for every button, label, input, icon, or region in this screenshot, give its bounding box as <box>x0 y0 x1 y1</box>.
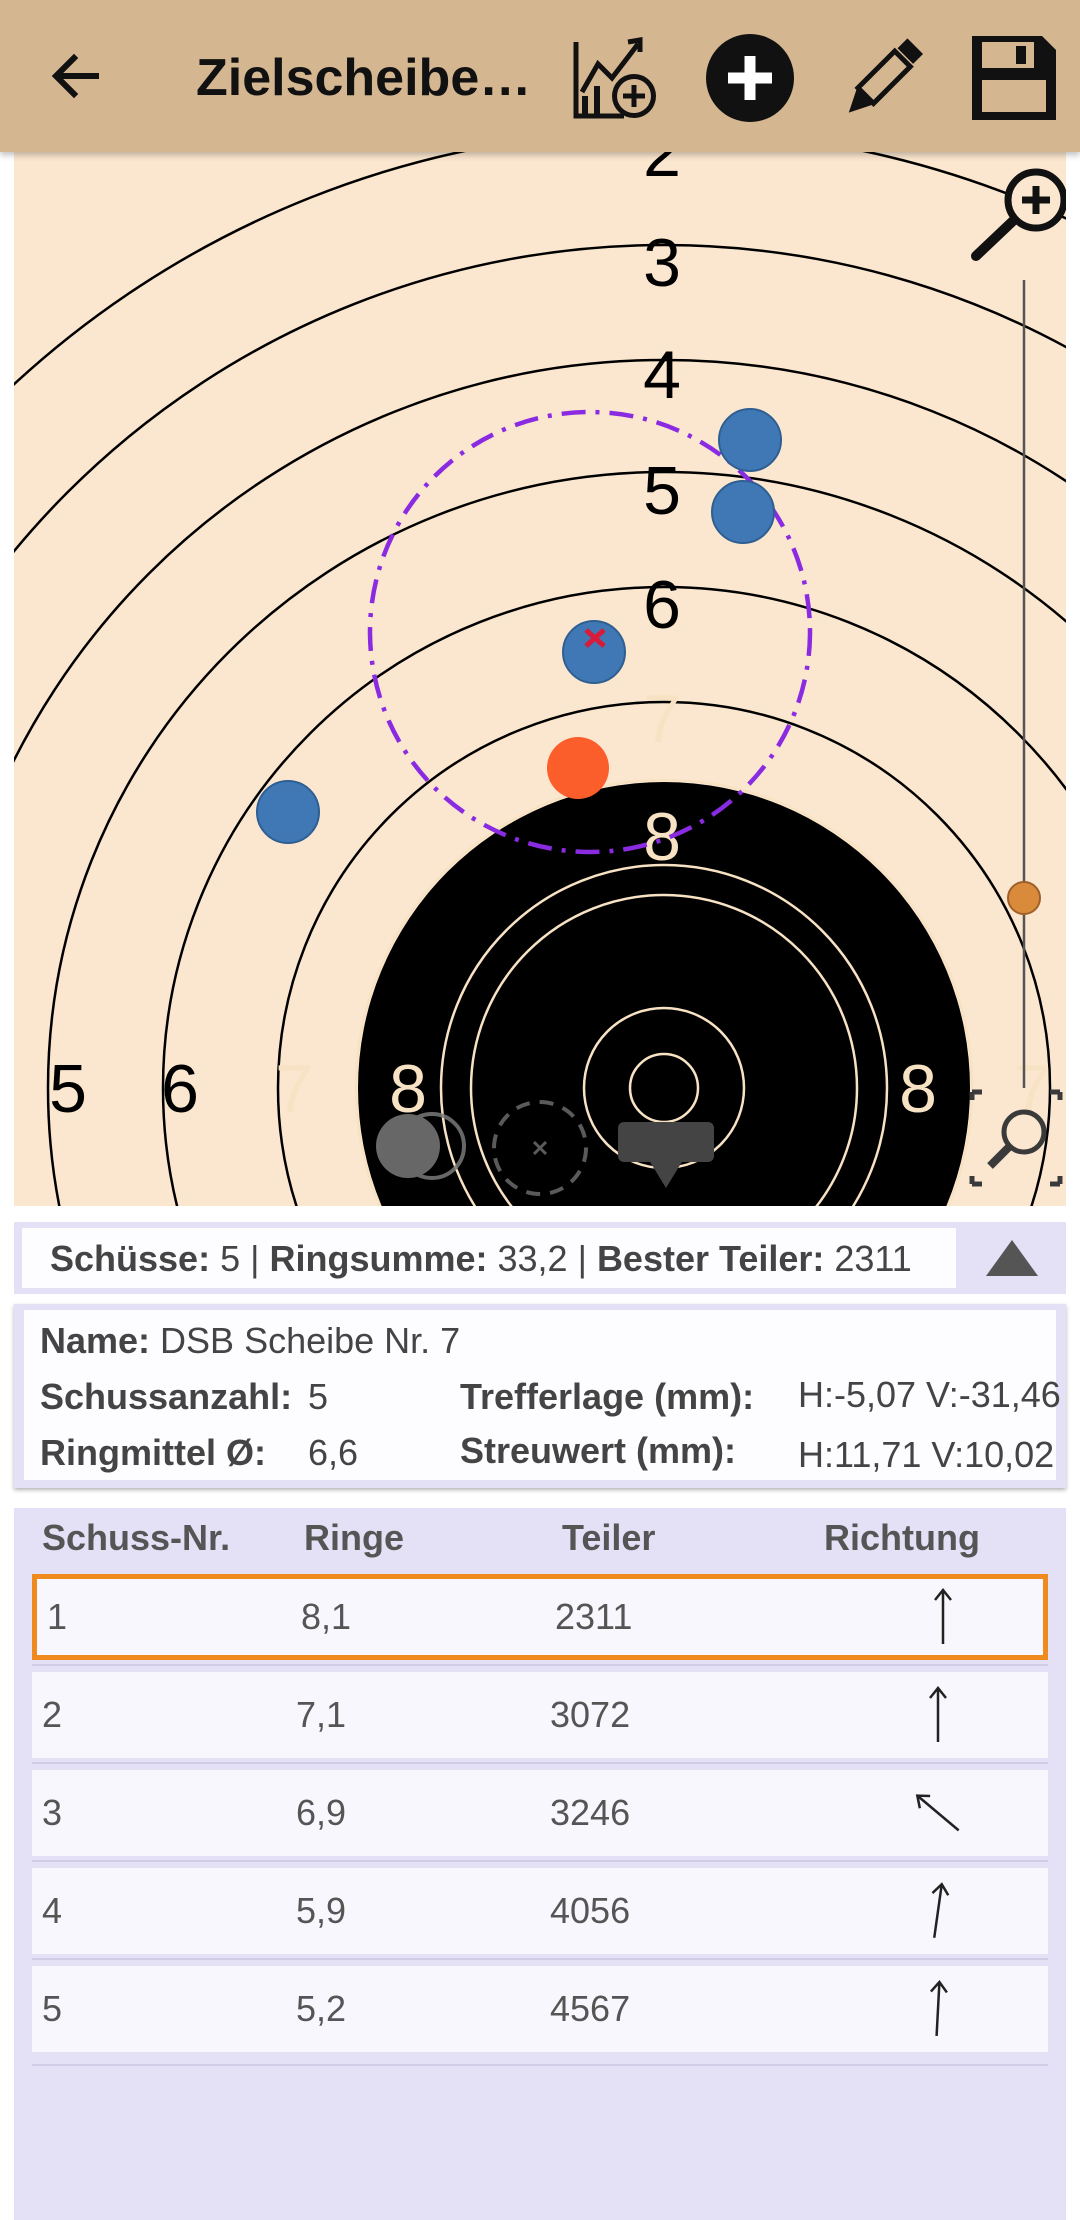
cell-teiler: 2311 <box>555 1596 633 1637</box>
details-panel: Name: DSB Scheibe Nr. 7 Schussanzahl: 5 … <box>14 1304 1066 1488</box>
cell-shot-nr: 2 <box>42 1694 63 1735</box>
arrow-direction-icon <box>929 1685 947 1742</box>
table-row[interactable]: 4 5,9 4056 <box>32 1868 1048 1954</box>
details-card: Name: DSB Scheibe Nr. 7 Schussanzahl: 5 … <box>24 1310 1061 1480</box>
divider <box>32 1762 1048 1764</box>
header-teiler[interactable]: Teiler <box>562 1508 655 1568</box>
best-teiler-value: 2311 <box>824 1238 912 1279</box>
arrow-direction-icon <box>934 1587 952 1644</box>
table-row[interactable]: 5 5,2 4567 <box>32 1966 1048 2052</box>
name-value: DSB Scheibe Nr. 7 <box>150 1320 461 1361</box>
shot-marker[interactable] <box>256 780 320 844</box>
app-bar: Zielscheibe… <box>0 0 1080 152</box>
avg-label: Ringmittel Ø: <box>40 1432 266 1473</box>
shots-table: Schuss-Nr. Ringe Teiler Richtung 1 8,1 2… <box>14 1508 1066 2220</box>
summary-bar: Schüsse: 5 | Ringsumme: 33,2 | Bester Te… <box>14 1222 1066 1294</box>
arrow-direction-icon <box>931 1882 950 1938</box>
ring-number: 3 <box>643 225 681 301</box>
ring-number: 2 <box>643 152 681 191</box>
divider <box>32 1664 1048 1666</box>
divider <box>32 1860 1048 1862</box>
table-row[interactable]: 3 6,9 3246 <box>32 1770 1048 1856</box>
header-richtung[interactable]: Richtung <box>824 1508 980 1568</box>
page-title: Zielscheibe… <box>196 49 532 107</box>
target-canvas[interactable]: 2 3 4 5 6 7 8 5 6 7 8 8 7 <box>14 152 1066 1206</box>
spread-label: Streuwert (mm): <box>460 1430 737 1471</box>
save-icon[interactable] <box>966 30 1062 126</box>
header-ringe[interactable]: Ringe <box>304 1508 404 1568</box>
arrow-left-icon[interactable] <box>40 40 112 112</box>
target-svg[interactable]: 2 3 4 5 6 7 8 5 6 7 8 8 7 <box>14 152 1066 1206</box>
best-teiler-label: Bester Teiler: <box>596 1238 825 1279</box>
ring-number: 7 <box>643 681 681 757</box>
position-value: H:-5,07 V:-31,46 <box>798 1374 1061 1415</box>
pencil-icon[interactable] <box>834 30 930 126</box>
cell-teiler: 3072 <box>550 1694 631 1735</box>
ring-number: 6 <box>643 567 681 643</box>
cell-teiler: 3246 <box>550 1792 631 1833</box>
table-row[interactable]: 2 7,1 3072 <box>32 1672 1048 1758</box>
count-value: 5 <box>308 1376 329 1417</box>
cell-shot-nr: 1 <box>47 1596 68 1637</box>
separator: | <box>567 1238 597 1279</box>
shot-marker[interactable] <box>562 620 626 684</box>
zoom-in-icon[interactable] <box>971 168 1066 261</box>
separator: | <box>240 1238 270 1279</box>
arrow-direction-icon <box>915 1794 960 1832</box>
zoom-slider-thumb[interactable] <box>1007 881 1041 915</box>
position-label: Trefferlage (mm): <box>460 1376 755 1417</box>
cell-teiler: 4567 <box>550 1988 631 2029</box>
ring-number: 5 <box>49 1051 87 1127</box>
header-shot-nr[interactable]: Schuss-Nr. <box>42 1508 230 1568</box>
divider <box>32 1958 1048 1960</box>
cell-ringe: 7,1 <box>296 1694 347 1735</box>
ring-number: 8 <box>899 1051 937 1127</box>
cell-ringe: 6,9 <box>296 1792 347 1833</box>
add-circle-icon[interactable] <box>702 30 798 126</box>
chart-add-icon[interactable] <box>568 30 664 126</box>
ringsum-value: 33,2 <box>487 1238 568 1279</box>
avg-value: 6,6 <box>308 1432 359 1473</box>
shots-label: Schüsse: <box>50 1238 211 1279</box>
cell-teiler: 4056 <box>550 1890 631 1931</box>
ring-number: 5 <box>643 453 681 529</box>
ringsum-label: Ringsumme: <box>269 1238 488 1279</box>
cell-ringe: 5,9 <box>296 1890 347 1931</box>
shot-marker[interactable] <box>711 480 775 544</box>
triangle-up-icon[interactable] <box>984 1236 1040 1280</box>
ring-number: 6 <box>161 1051 199 1127</box>
table-header: Schuss-Nr. Ringe Teiler Richtung <box>14 1508 1066 1568</box>
shot-marker[interactable] <box>718 408 782 472</box>
cell-ringe: 5,2 <box>296 1988 347 2029</box>
arrow-direction-icon <box>929 1980 948 2037</box>
cell-shot-nr: 5 <box>42 1988 63 2029</box>
table-row[interactable]: 1 8,1 2311 <box>32 1574 1048 1660</box>
shots-value: 5 <box>210 1238 241 1279</box>
name-label: Name: <box>40 1320 151 1361</box>
cell-shot-nr: 3 <box>42 1792 63 1833</box>
selected-shot-marker[interactable] <box>547 737 609 799</box>
spread-value: H:11,71 V:10,02 <box>798 1434 1055 1475</box>
cell-shot-nr: 4 <box>42 1890 63 1931</box>
ring-number: 4 <box>643 337 681 413</box>
ring-number: 7 <box>275 1051 313 1127</box>
cell-ringe: 8,1 <box>301 1596 352 1637</box>
summary-text: Schüsse: 5 | Ringsumme: 33,2 | Bester Te… <box>22 1228 956 1288</box>
divider <box>32 2064 1048 2066</box>
name-row: Name: DSB Scheibe Nr. 7 <box>40 1320 460 1362</box>
count-label: Schussanzahl: <box>40 1376 293 1417</box>
